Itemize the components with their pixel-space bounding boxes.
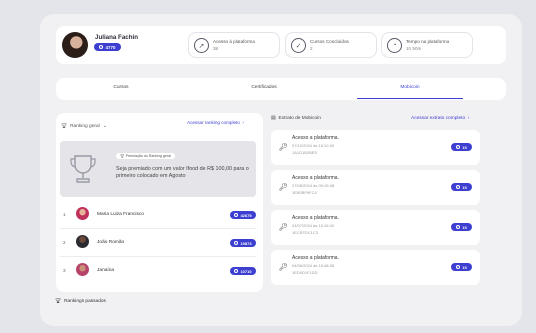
key-icon: 🔑︎: [279, 184, 288, 191]
ranking-coins-value: 10710: [240, 268, 252, 274]
user-name: Juliana Fachin: [95, 34, 138, 41]
ranking-filter[interactable]: 🏆︎ Ranking geral ⌄: [61, 124, 107, 129]
trophy-icon: 🏆︎: [61, 124, 68, 129]
list-icon: ▤: [271, 116, 276, 121]
stat-label: Tempo na plataforma: [406, 39, 450, 44]
coin-icon: [234, 241, 239, 245]
transaction-coins-value: 15: [462, 224, 467, 230]
ranking-row[interactable]: 2 João Romão 19873: [60, 229, 256, 257]
ranking-coins-value: 42675: [240, 212, 252, 218]
ranking-position: 2: [63, 240, 66, 245]
extrato-title-label: Extrato de Mobicoin: [278, 116, 321, 121]
check-circle-icon: ✓: [291, 38, 306, 53]
prize-text: Seja premiado com um valor Ifood de R$ 1…: [116, 166, 249, 179]
coin-icon: [456, 145, 461, 149]
stat-value: 1h 50m: [406, 46, 422, 51]
user-coins: 4770: [105, 44, 116, 50]
tab-mobicoin[interactable]: Mobicoin: [380, 85, 440, 90]
extrato-title: ▤ Extrato de Mobicoin: [271, 116, 321, 121]
transaction-title: Acesso a plataforma.: [292, 255, 339, 261]
prize-banner: 🏆︎ Premiação do Ranking geral Seja premi…: [60, 141, 256, 197]
transaction-code: 1A1D1B2BE5: [292, 150, 317, 155]
ranking-full-link-label: Acessar ranking completo: [187, 120, 240, 125]
transaction-coins: 15: [451, 223, 472, 231]
profile-card: Juliana Fachin 4770 ➚ Acesso à plataform…: [56, 26, 506, 64]
trophy-illustration-icon: [70, 155, 96, 183]
ranking-position: 3: [63, 268, 66, 273]
chevron-right-icon: ›: [466, 116, 470, 121]
clock-icon: ◔: [387, 38, 402, 53]
transaction-coins-value: 15: [462, 184, 467, 190]
avatar: [76, 263, 89, 276]
ranking-full-link[interactable]: Acessar ranking completo ›: [187, 120, 244, 125]
stat-courses: ✓ Cursos Concluídos 2: [285, 32, 377, 58]
transaction-item[interactable]: 🔑︎ Acesso a plataforma. 04/06/2024 às 15…: [271, 250, 480, 285]
transaction-code: 1E8SBF9FC4: [292, 190, 317, 195]
avatar: [76, 207, 89, 220]
transaction-coins: 15: [451, 143, 472, 151]
tab-active-indicator: [357, 98, 463, 99]
ranking-coins: 42675: [230, 211, 256, 219]
transaction-coins: 15: [451, 183, 472, 191]
avatar: [62, 32, 88, 58]
chevron-right-icon: ›: [241, 120, 244, 125]
extrato-full-link[interactable]: Acessar extrato completo ›: [411, 116, 469, 121]
prize-tag: 🏆︎ Premiação do Ranking geral: [116, 153, 175, 159]
transaction-date: 27/08/2024 às 09:15:48: [292, 183, 335, 188]
trophy-icon: 🏆︎: [55, 299, 62, 304]
transaction-code: 1ECEFDC1C3: [292, 230, 319, 235]
ranking-name: João Romão: [97, 240, 125, 245]
chevron-down-icon: ⌄: [102, 124, 107, 129]
tab-certificados[interactable]: Certificados: [234, 85, 294, 90]
stat-value: 38: [213, 46, 219, 51]
transaction-coins: 15: [451, 263, 472, 271]
tab-cursos[interactable]: Cursos: [91, 85, 151, 90]
transaction-title: Acesso a plataforma.: [292, 175, 339, 181]
coin-icon: [456, 185, 461, 189]
key-icon: 🔑︎: [279, 144, 288, 151]
stat-value: 2: [310, 46, 313, 51]
extrato-link-label: Acessar extrato completo: [411, 116, 466, 121]
prize-tag-label: Premiação do Ranking geral: [125, 154, 171, 158]
transaction-item[interactable]: 🔑︎ Acesso a plataforma. 27/08/2024 às 09…: [271, 170, 480, 205]
transaction-date: 07/10/2024 às 15:10:30: [292, 143, 335, 148]
coin-icon: [234, 213, 239, 217]
coin-icon: [456, 265, 461, 269]
transaction-date: 24/07/2024 às 10:16:42: [292, 223, 335, 228]
coin-icon: [456, 225, 461, 229]
key-icon: 🔑︎: [279, 264, 288, 271]
ranking-card: 🏆︎ Ranking geral ⌄ Acessar ranking compl…: [56, 113, 263, 292]
ranking-name: Maria Luiza Francisco: [97, 212, 144, 217]
transaction-date: 04/06/2024 às 15:48:38: [292, 263, 335, 268]
transaction-item[interactable]: 🔑︎ Acesso a plataforma. 07/10/2024 às 15…: [271, 130, 480, 165]
stat-label: Acesso à plataforma: [213, 39, 255, 44]
ranking-row[interactable]: 3 Janaína 10710: [60, 257, 256, 285]
ranking-coins-value: 19873: [240, 240, 252, 246]
transaction-coins-value: 15: [462, 144, 467, 150]
ranking-coins: 19873: [230, 239, 256, 247]
tab-bar: Cursos Certificados Mobicoin: [56, 78, 506, 100]
past-rankings-link[interactable]: 🏆︎ Rankings passados: [55, 299, 106, 304]
stat-access: ➚ Acesso à plataforma 38: [188, 32, 280, 58]
coin-icon: [99, 45, 104, 49]
past-rankings-label: Rankings passados: [64, 299, 106, 304]
ranking-coins: 10710: [230, 267, 256, 275]
ranking-name: Janaína: [97, 268, 115, 273]
transaction-item[interactable]: 🔑︎ Acesso a plataforma. 24/07/2024 às 10…: [271, 210, 480, 245]
transaction-coins-value: 15: [462, 264, 467, 270]
transaction-code: 1ED0D1F1DD: [292, 270, 318, 275]
transaction-title: Acesso a plataforma.: [292, 215, 339, 221]
compass-icon: ➚: [194, 38, 209, 53]
transaction-title: Acesso a plataforma.: [292, 135, 339, 141]
stat-label: Cursos Concluídos: [310, 39, 349, 44]
key-icon: 🔑︎: [279, 224, 288, 231]
user-coin-badge: 4770: [94, 43, 121, 51]
ranking-position: 1: [63, 212, 66, 217]
avatar: [76, 235, 89, 248]
ranking-filter-label: Ranking geral: [70, 124, 100, 129]
ranking-row[interactable]: 1 Maria Luiza Francisco 42675: [60, 201, 256, 229]
stat-time: ◔ Tempo na plataforma 1h 50m: [381, 32, 473, 58]
coin-icon: [234, 269, 239, 273]
